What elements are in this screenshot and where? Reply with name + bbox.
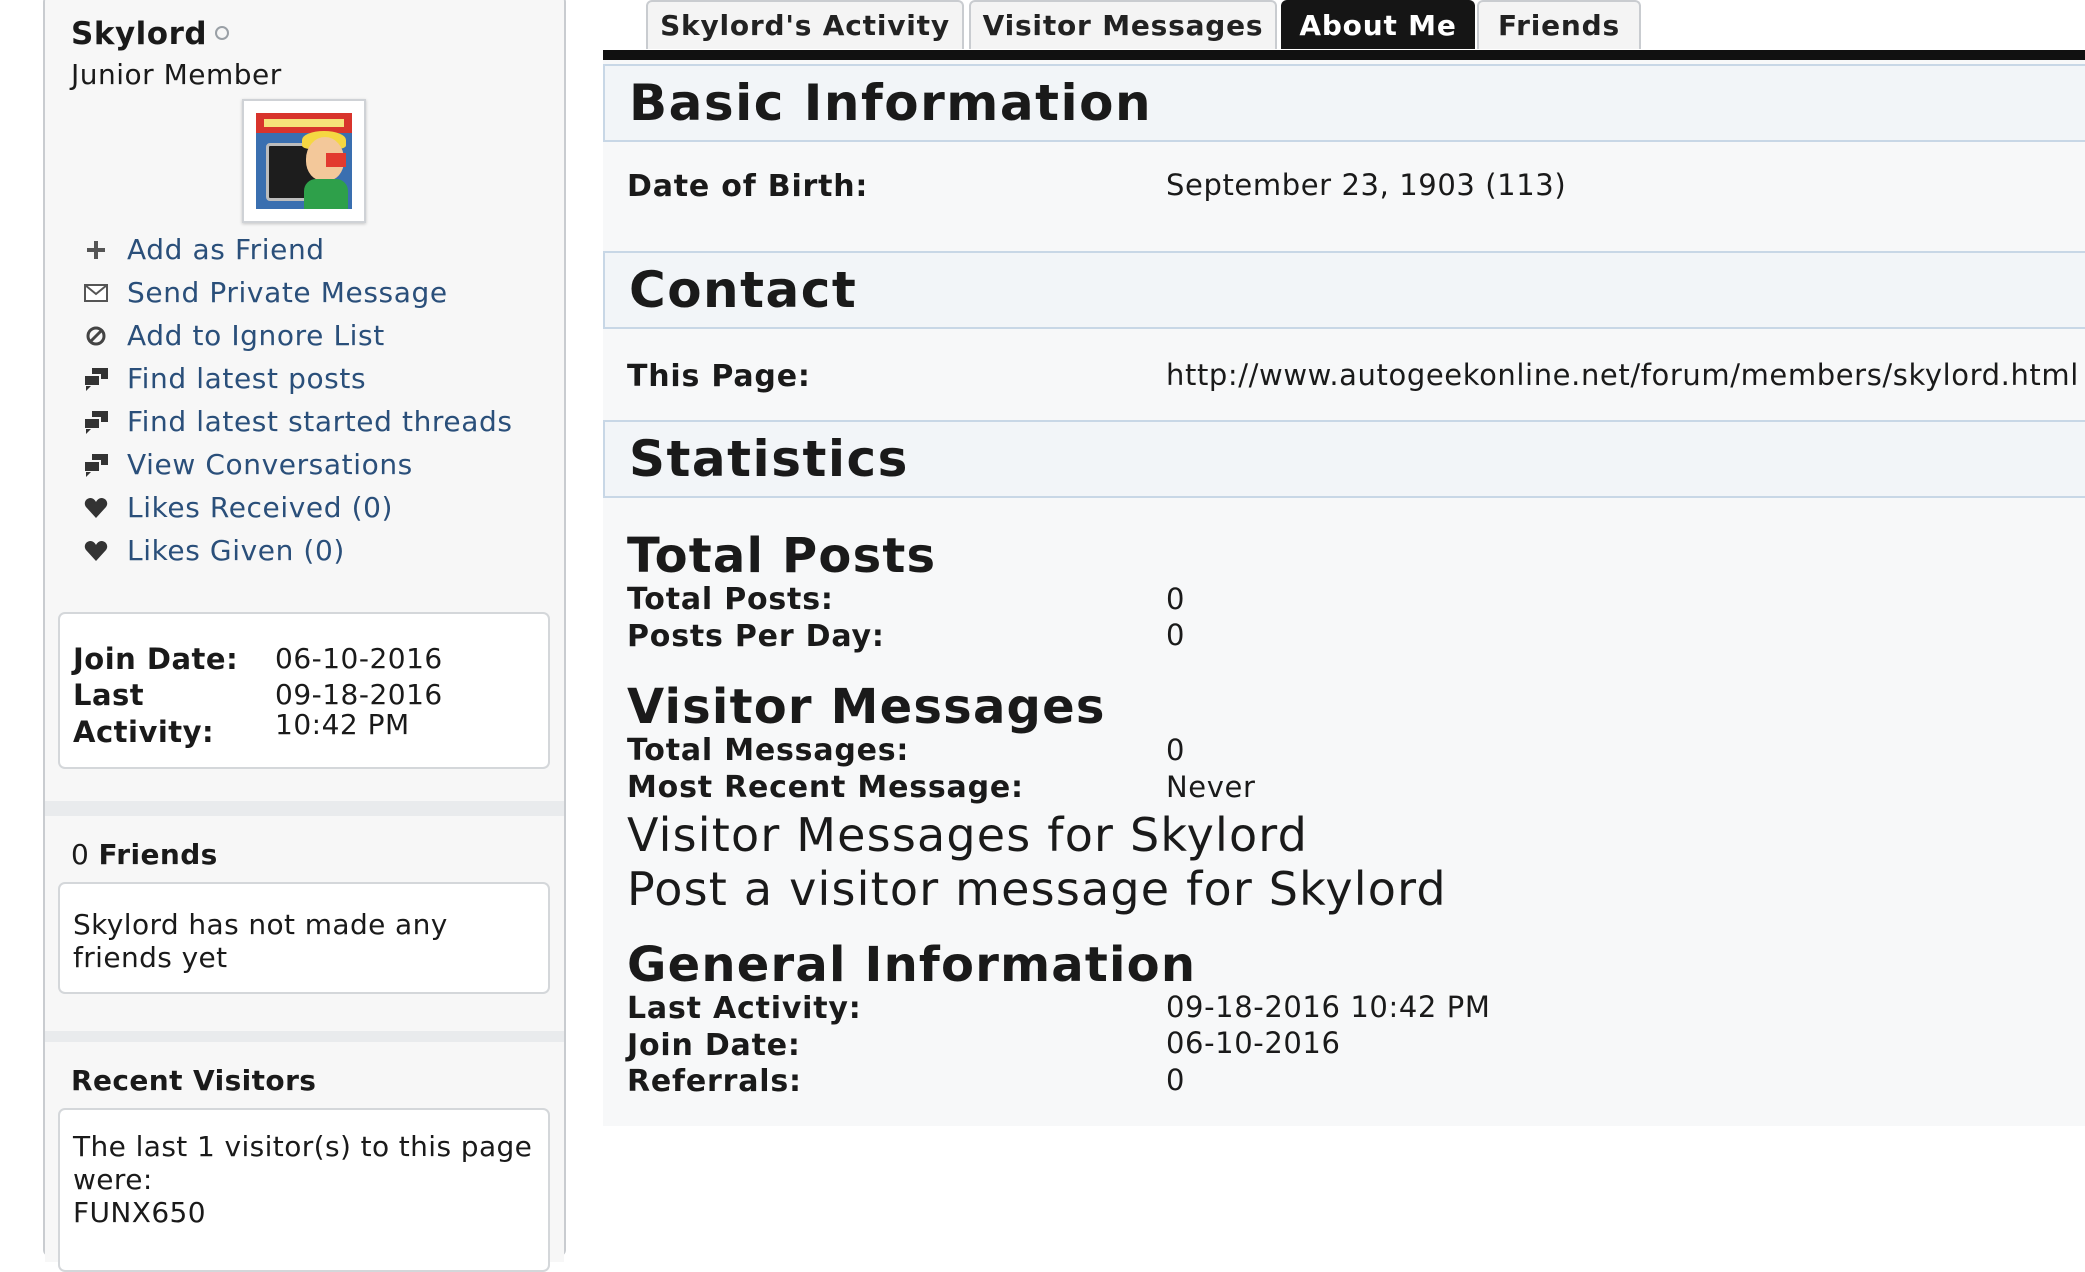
total-posts-value: 0 [1166,582,1186,616]
tab-about-me[interactable]: About Me [1281,0,1475,49]
contact-heading: Contact [603,251,2085,329]
friends-box: Skylord has not made any friends yet [58,882,550,994]
most-recent-value: Never [1166,770,1256,804]
last-activity-label-2: Activity: [73,715,215,749]
most-recent-label: Most Recent Message: [627,770,1024,805]
send-private-message-link[interactable]: Send Private Message [83,271,513,314]
add-to-ignore-label: Add to Ignore List [127,319,385,352]
avatar-image [256,113,352,209]
join-date-label: Join Date: [73,642,239,676]
threads-icon [83,409,109,435]
total-posts-label: Total Posts: [627,582,834,617]
join-info-box: Join Date: 06-10-2016 Last Activity: 09-… [58,612,550,769]
find-latest-threads-label: Find latest started threads [127,405,513,438]
post-visitor-message-link[interactable]: Post a visitor message for Skylord [627,862,1447,916]
friends-count: 0 [71,838,90,871]
send-private-message-label: Send Private Message [127,276,448,309]
total-posts-heading: Total Posts [627,528,937,584]
visitor-link[interactable]: FUNX650 [73,1196,533,1229]
join-date-value: 06-10-2016 [275,642,443,675]
view-conversations-label: View Conversations [127,448,413,481]
profile-sidebar: Skylord Junior Member Add as Friend Send… [43,0,566,1272]
total-messages-label: Total Messages: [627,733,910,768]
tab-bar-underline [603,50,2085,60]
envelope-icon [83,280,109,306]
plus-icon [83,237,109,263]
posts-per-day-label: Posts Per Day: [627,619,885,654]
add-to-ignore-link[interactable]: Add to Ignore List [83,314,513,357]
conversations-icon [83,452,109,478]
add-friend-label: Add as Friend [127,233,325,266]
ignore-icon [83,323,109,349]
heart-icon [83,538,109,564]
last-activity-stat-label: Last Activity: [627,991,862,1026]
visitor-messages-link[interactable]: Visitor Messages for Skylord [627,808,1308,862]
friends-block: 0 Friends Skylord has not made any frien… [45,816,564,1031]
add-friend-link[interactable]: Add as Friend [83,228,513,271]
about-me-panel: Basic Information Date of Birth: Septemb… [603,60,2085,1126]
avatar[interactable] [242,99,366,223]
visitor-messages-heading: Visitor Messages [627,679,1106,735]
tab-visitor-messages[interactable]: Visitor Messages [969,0,1277,49]
recent-visitors-block: Recent Visitors The last 1 visitor(s) to… [45,1042,564,1272]
general-info-heading: General Information [627,937,1197,993]
basic-info-heading: Basic Information [603,64,2085,142]
user-title: Junior Member [71,58,282,91]
posts-per-day-value: 0 [1166,618,1186,652]
recent-visitors-box: The last 1 visitor(s) to this page were:… [58,1108,550,1272]
last-activity-label: Last [73,678,145,712]
join-date-stat-value: 06-10-2016 [1166,1026,1341,1060]
likes-given-link[interactable]: Likes Given (0) [83,529,513,572]
friends-title: 0 Friends [71,838,218,871]
friends-empty-text: Skylord has not made any friends yet [73,908,448,974]
likes-given-label: Likes Given (0) [127,534,345,567]
posts-icon [83,366,109,392]
recent-visitors-text: The last 1 visitor(s) to this page were: [73,1130,533,1196]
find-latest-posts-link[interactable]: Find latest posts [83,357,513,400]
referrals-value: 0 [1166,1063,1186,1097]
find-latest-posts-label: Find latest posts [127,362,367,395]
join-date-stat-label: Join Date: [627,1028,801,1063]
statistics-heading: Statistics [603,420,2085,498]
online-status-icon [215,26,229,40]
friends-heading: Friends [98,838,218,871]
dob-label: Date of Birth: [627,169,869,204]
last-activity-time: 10:42 PM [275,708,410,741]
profile-actions: Add as Friend Send Private Message Add t… [83,228,513,572]
view-conversations-link[interactable]: View Conversations [83,443,513,486]
likes-received-label: Likes Received (0) [127,491,394,524]
username: Skylord [71,16,208,52]
profile-block: Skylord Junior Member Add as Friend Send… [45,0,564,801]
referrals-label: Referrals: [627,1064,802,1099]
tab-friends[interactable]: Friends [1477,0,1641,49]
this-page-value: http://www.autogeekonline.net/forum/memb… [1166,358,2079,392]
last-activity-date: 09-18-2016 [275,678,443,711]
tab-activity[interactable]: Skylord's Activity [646,0,964,49]
dob-value: September 23, 1903 (113) [1166,168,1567,202]
this-page-label: This Page: [627,359,811,394]
recent-visitors-title: Recent Visitors [71,1064,317,1097]
total-messages-value: 0 [1166,733,1186,767]
likes-received-link[interactable]: Likes Received (0) [83,486,513,529]
heart-icon [83,495,109,521]
last-activity-stat-value: 09-18-2016 10:42 PM [1166,990,1491,1024]
find-latest-threads-link[interactable]: Find latest started threads [83,400,513,443]
